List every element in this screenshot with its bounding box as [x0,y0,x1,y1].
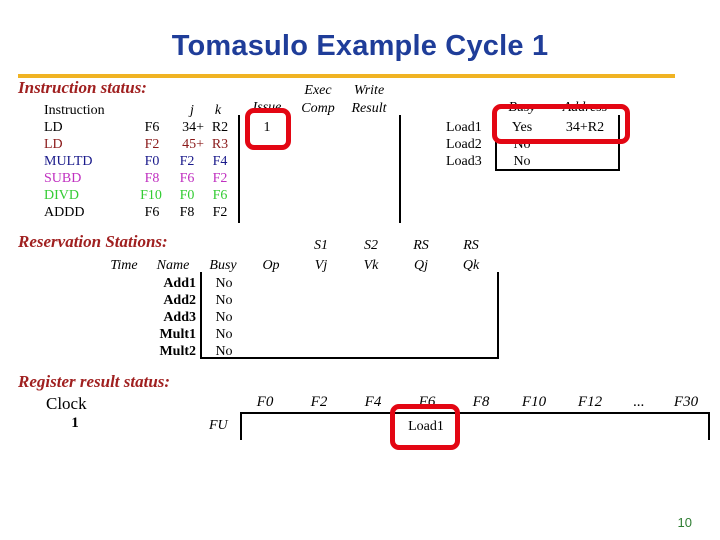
register-header: F4 [364,394,382,410]
fu-row-left-rule [240,412,242,440]
header-write-line2: Result [351,101,387,116]
load-row-name: Load2 [446,137,482,152]
instruction-table-left-rule [238,115,240,223]
header-j: j [190,103,194,118]
instruction-op: DIVD [44,188,79,203]
instruction-op: LD [44,120,63,135]
clock-label: Clock [46,394,87,413]
load-row-name: Load1 [446,120,482,135]
fu-label: FU [209,418,228,433]
header-rs-op: Op [262,258,280,273]
instruction-dest: F8 [144,171,160,186]
rs-row-busy: No [215,344,233,359]
fu-row-right-rule [708,412,710,440]
instruction-status-heading: Instruction status: [18,78,147,97]
header-rs-time: Time [110,258,138,273]
register-header: F12 [577,394,603,410]
load1-row-highlight [492,104,630,144]
instruction-j: F0 [179,188,195,203]
instruction-k: F6 [212,188,228,203]
clock-value: 1 [71,415,79,431]
reservation-stations-heading: Reservation Stations: [18,232,168,251]
instruction-j: 34+ [182,120,204,135]
header-rs-rs-qk: RS [463,238,479,253]
rs-row-name: Mult1 [159,327,196,342]
header-exec-line1: Exec [304,83,332,98]
register-header: F10 [521,394,547,410]
instruction-op: SUBD [44,171,82,186]
instruction-dest: F10 [140,188,162,203]
rs-row-busy: No [215,293,233,308]
register-header: F2 [310,394,328,410]
rs-table-right-rule [497,272,499,358]
header-rs-vj: Vj [314,258,328,273]
rs-row-busy: No [215,327,233,342]
register-result-status-heading: Register result status: [18,372,171,391]
instruction-dest: F6 [144,205,160,220]
rs-table-left-rule [200,272,202,358]
register-header-ellipsis: ... [633,394,645,410]
instruction-op: LD [44,137,63,152]
instruction-k: R2 [211,120,229,135]
rs-table-bottom-rule [200,357,499,359]
page-title: Tomasulo Example Cycle 1 [171,30,549,62]
header-rs-s2: S2 [364,238,378,253]
instruction-k: F2 [212,205,228,220]
instruction-table-right-rule [399,115,401,223]
header-rs-name: Name [156,258,190,273]
rs-row-name: Add2 [163,293,196,308]
instruction-j: F2 [179,154,195,169]
register-header: F0 [256,394,274,410]
header-rs-busy: Busy [209,258,237,273]
instruction-dest: F0 [144,154,160,169]
load-row-busy: No [513,154,531,169]
header-exec-line2: Comp [301,101,335,116]
instruction-j: F8 [179,205,195,220]
header-write-line1: Write [353,83,385,98]
f6-fu-highlight [390,404,460,450]
register-header: F8 [472,394,490,410]
header-rs-rs-qj: RS [413,238,429,253]
rs-row-name: Mult2 [159,344,196,359]
issue-cycle-highlight [245,108,291,150]
instruction-j: F6 [179,171,195,186]
header-k: k [214,103,222,118]
fu-row-top-rule [240,412,710,414]
rs-row-busy: No [215,276,233,291]
header-rs-vk: Vk [363,258,379,273]
header-instruction: Instruction [44,103,105,118]
instruction-k: F4 [212,154,228,169]
instruction-j: 45+ [182,137,204,152]
register-header: F30 [673,394,699,410]
slide-canvas: Tomasulo Example Cycle 1 Instruction sta… [0,0,720,540]
header-rs-qk: Qk [462,258,480,273]
instruction-k: F2 [212,171,228,186]
instruction-op: ADDD [44,205,85,220]
header-rs-qj: Qj [414,258,428,273]
instruction-k: R3 [211,137,229,152]
load-row-name: Load3 [446,154,482,169]
page-number: 10 [677,515,692,530]
rs-row-busy: No [215,310,233,325]
rs-row-name: Add1 [163,276,196,291]
instruction-op: MULTD [44,154,93,169]
rs-row-name: Add3 [163,310,196,325]
header-rs-s1: S1 [314,238,328,253]
